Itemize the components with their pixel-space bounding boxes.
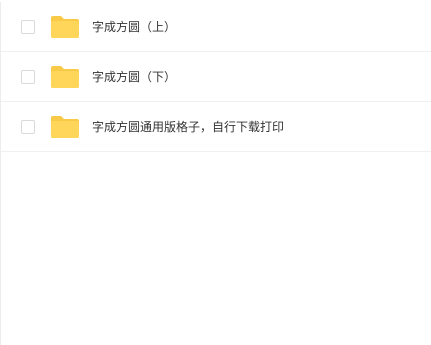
folder-icon[interactable]	[50, 65, 80, 89]
file-name[interactable]: 字成方圆（上）	[92, 19, 176, 35]
file-list: 字成方圆（上） 字成方圆（下） 字成方圆通用版格子，自行下载打印	[0, 2, 431, 345]
file-name[interactable]: 字成方圆通用版格子，自行下载打印	[92, 119, 284, 135]
select-checkbox[interactable]	[21, 69, 35, 84]
list-item[interactable]: 字成方圆（上）	[1, 2, 431, 52]
select-checkbox[interactable]	[21, 19, 35, 34]
folder-icon[interactable]	[50, 15, 80, 39]
list-item[interactable]: 字成方圆（下）	[1, 52, 431, 102]
list-item[interactable]: 字成方圆通用版格子，自行下载打印	[1, 102, 431, 152]
select-checkbox[interactable]	[21, 119, 35, 134]
folder-icon[interactable]	[50, 115, 80, 139]
file-name[interactable]: 字成方圆（下）	[92, 69, 176, 85]
